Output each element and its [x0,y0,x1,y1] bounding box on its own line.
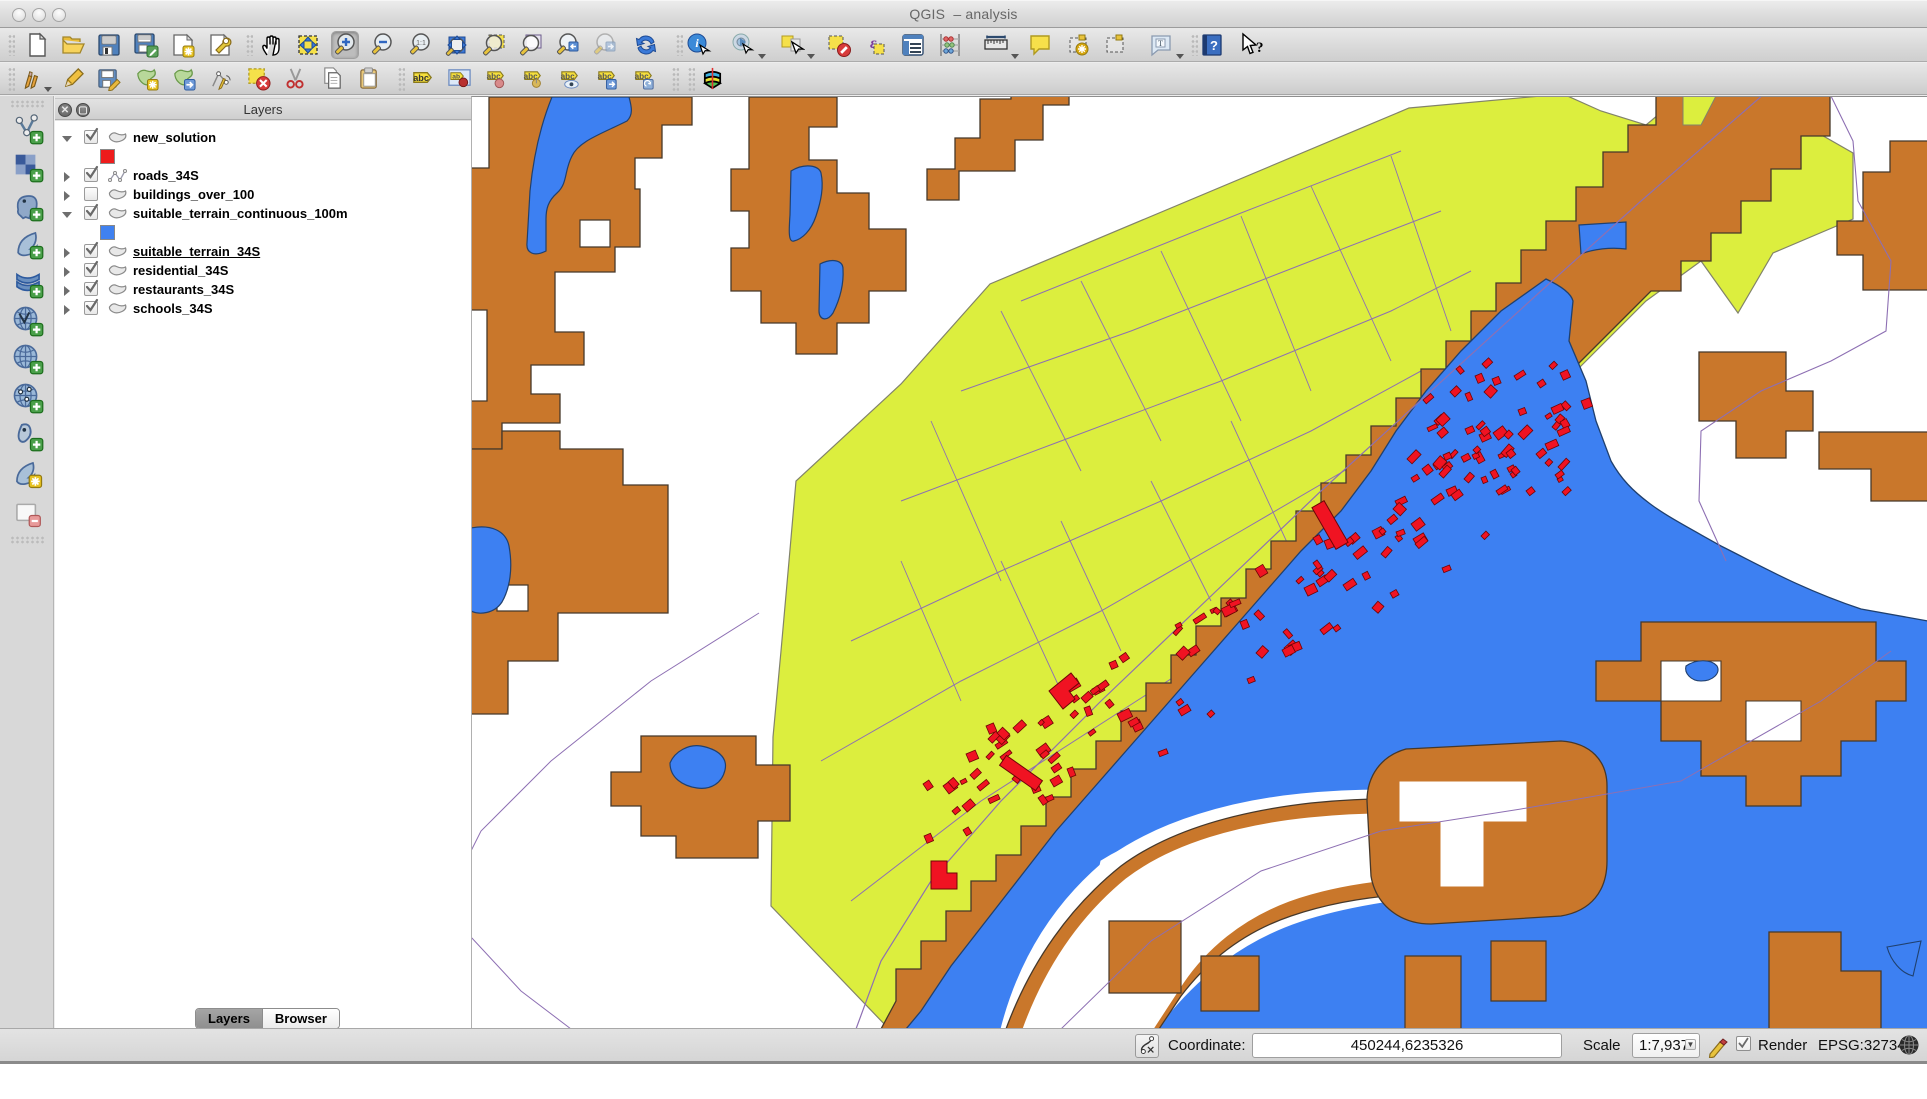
svg-text:?: ? [1210,38,1218,53]
svg-text:1:1: 1:1 [416,40,426,47]
svg-text:T: T [1158,39,1163,48]
svg-text:?: ? [1256,40,1263,56]
svg-text:abc: abc [413,73,429,83]
svg-text:ab: ab [452,74,460,81]
svg-text:abc: abc [561,72,576,81]
